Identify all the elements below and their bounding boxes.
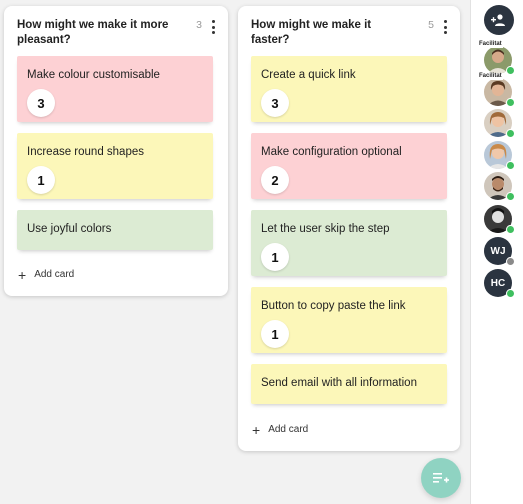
invite-participants-button[interactable] xyxy=(484,5,514,35)
online-status xyxy=(506,98,515,107)
card[interactable]: Use joyful colors xyxy=(17,210,213,250)
avatar-participant[interactable] xyxy=(484,109,515,138)
facilitator-tag: Facilitat xyxy=(478,73,503,80)
column-header: How might we make it faster? 5 xyxy=(251,18,452,54)
avatar-initials: HC xyxy=(490,277,506,289)
card[interactable]: Increase round shapes 1 xyxy=(17,133,213,199)
vote-count[interactable]: 3 xyxy=(27,89,55,117)
group-add-icon xyxy=(491,14,505,26)
avatar-initials-hc[interactable]: HC xyxy=(484,269,515,298)
column-pleasant: How might we make it more pleasant? 3 Ma… xyxy=(4,6,228,296)
avatar-facilitator[interactable]: Facilitat xyxy=(478,73,515,107)
card[interactable]: Let the user skip the step 1 xyxy=(251,210,447,276)
vote-count[interactable]: 1 xyxy=(261,243,289,271)
vote-count[interactable]: 2 xyxy=(261,166,289,194)
online-status xyxy=(506,289,515,298)
avatar-initials-wj[interactable]: WJ xyxy=(484,237,515,266)
vote-count[interactable]: 1 xyxy=(261,320,289,348)
online-status xyxy=(506,161,515,170)
more-vert-icon[interactable] xyxy=(442,20,448,34)
card-text: Make colour customisable xyxy=(27,69,160,81)
vote-count[interactable]: 3 xyxy=(261,89,289,117)
add-card-label: Add card xyxy=(34,269,75,280)
plus-icon: + xyxy=(18,266,27,283)
avatar-participant[interactable] xyxy=(484,141,515,170)
add-card-label: Add card xyxy=(268,424,309,435)
add-list-button[interactable] xyxy=(421,458,461,498)
online-status xyxy=(506,129,515,138)
away-status xyxy=(506,257,515,266)
card-text: Let the user skip the step xyxy=(261,223,390,235)
facilitator-tag: Facilitat xyxy=(478,41,503,48)
card-text: Send email with all information xyxy=(261,377,417,389)
participants-sidebar: Facilitat Facilitat WJ HC xyxy=(470,0,523,504)
card[interactable]: Make configuration optional 2 xyxy=(251,133,447,199)
column-faster: How might we make it faster? 5 Create a … xyxy=(238,6,460,451)
online-status xyxy=(506,192,515,201)
card-count: 3 xyxy=(196,19,202,31)
add-list-icon xyxy=(433,473,449,483)
add-card-button[interactable]: + Add card xyxy=(252,421,309,438)
card-text: Make configuration optional xyxy=(261,146,402,158)
online-status xyxy=(506,225,515,234)
card[interactable]: Create a quick link 3 xyxy=(251,56,447,122)
board: How might we make it more pleasant? 3 Ma… xyxy=(0,0,470,504)
avatar-participant[interactable] xyxy=(484,205,515,234)
card[interactable]: Make colour customisable 3 xyxy=(17,56,213,122)
avatar-initials: WJ xyxy=(490,245,506,257)
column-title: How might we make it faster? xyxy=(251,19,372,46)
vote-count[interactable]: 1 xyxy=(27,166,55,194)
avatar-facilitator[interactable]: Facilitat xyxy=(478,41,515,75)
more-vert-icon[interactable] xyxy=(210,20,216,34)
card[interactable]: Send email with all information xyxy=(251,364,447,404)
avatar-participant[interactable] xyxy=(484,172,515,201)
column-header: How might we make it more pleasant? 3 xyxy=(17,18,220,54)
card[interactable]: Button to copy paste the link 1 xyxy=(251,287,447,353)
online-status xyxy=(506,66,515,75)
card-text: Create a quick link xyxy=(261,69,356,81)
card-text: Button to copy paste the link xyxy=(261,300,406,312)
card-count: 5 xyxy=(428,19,434,31)
add-card-button[interactable]: + Add card xyxy=(18,266,75,283)
plus-icon: + xyxy=(252,421,261,438)
card-text: Increase round shapes xyxy=(27,146,144,158)
column-title: How might we make it more pleasant? xyxy=(17,19,169,46)
card-text: Use joyful colors xyxy=(27,223,112,235)
